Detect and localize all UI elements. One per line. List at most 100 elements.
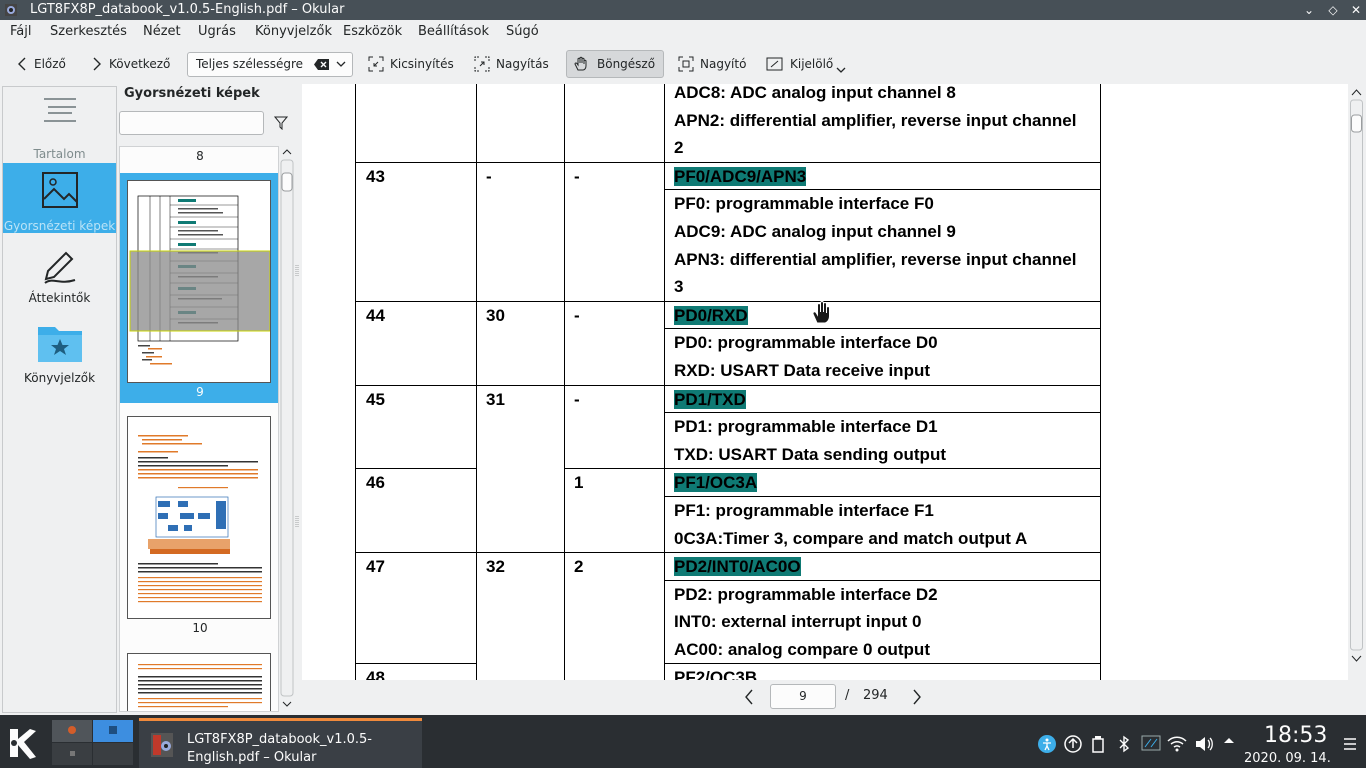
zoom-out-button[interactable]: Kicsinyítés bbox=[362, 50, 460, 78]
menu-help[interactable]: Súgó bbox=[506, 24, 539, 39]
maximize-icon[interactable]: ◇ bbox=[1325, 2, 1341, 18]
table-cell: 43 bbox=[355, 161, 477, 302]
bluetooth-icon[interactable] bbox=[1117, 735, 1131, 753]
pin-name-header: PD0/RXD bbox=[665, 302, 1100, 330]
pin-function-line: TXD: USART Data sending output bbox=[674, 444, 946, 464]
previous-page-icon[interactable] bbox=[743, 689, 755, 705]
menu-tools[interactable]: Eszközök bbox=[343, 24, 402, 39]
clock-time[interactable]: 18:53 bbox=[1264, 723, 1327, 748]
table-row: ADC8: ADC analog input channel 8 APN2: di… bbox=[355, 84, 1101, 163]
previous-button[interactable]: Előző bbox=[10, 50, 72, 78]
table-cell: - bbox=[564, 161, 665, 302]
pager-desktop-3[interactable] bbox=[52, 743, 92, 765]
thumbnail-page-number: 9 bbox=[196, 385, 204, 399]
accessibility-icon[interactable] bbox=[1038, 735, 1056, 753]
pin-function-cell: PF2/OC3B bbox=[664, 663, 1101, 680]
pager-desktop-2[interactable] bbox=[93, 720, 133, 742]
task-okular[interactable]: LGT8FX8P_databook_v1.0.5- English.pdf – … bbox=[139, 718, 422, 768]
hand-icon bbox=[574, 56, 587, 71]
table-cell: 1 bbox=[564, 468, 665, 554]
page-total: 294 bbox=[863, 688, 888, 703]
menu-go[interactable]: Ugrás bbox=[198, 24, 236, 39]
hand-cursor-icon bbox=[812, 301, 830, 324]
thumbnail-panel: Gyorsnézeti képek 8 9 10 bbox=[118, 86, 296, 713]
table-cell bbox=[355, 84, 477, 163]
selection-icon bbox=[766, 57, 783, 71]
wifi-icon[interactable] bbox=[1167, 735, 1187, 753]
next-button[interactable]: Következő bbox=[85, 50, 176, 78]
menu-settings[interactable]: Beállítások bbox=[418, 24, 489, 39]
splitter-handle-icon[interactable] bbox=[295, 265, 299, 277]
thumbnail-page-9[interactable] bbox=[127, 180, 271, 383]
magnifier-tool-button[interactable]: Nagyító bbox=[672, 50, 752, 78]
chevron-left-icon bbox=[18, 57, 26, 71]
kde-launcher-icon[interactable] bbox=[6, 725, 42, 761]
table-row: 44 30- PD0/RXD PD0: programmable interface … bbox=[355, 300, 1101, 386]
pin-function-cell: PD1/TXD PD1: programmable interface D1 TXD… bbox=[664, 384, 1101, 470]
thumbnail-scrollbar[interactable] bbox=[280, 146, 294, 713]
pin-function-line: INT0: external interrupt input 0 bbox=[674, 612, 922, 632]
volume-icon[interactable] bbox=[1194, 735, 1214, 753]
sidebar-item-bookmarks[interactable]: Könyvjelzők bbox=[3, 323, 116, 393]
okular-app-icon bbox=[5, 4, 17, 16]
zoom-combo[interactable]: Teljes szélességre bbox=[187, 52, 353, 77]
document-scrollbar[interactable] bbox=[1349, 84, 1364, 680]
browse-tool-button[interactable]: Böngésző bbox=[566, 50, 664, 78]
firefox-icon bbox=[68, 726, 76, 734]
sidebar-item-reviews[interactable]: Áttekintők bbox=[3, 247, 116, 317]
table-cell bbox=[476, 663, 565, 680]
close-icon[interactable]: ✕ bbox=[1348, 2, 1364, 18]
pin-function-line: PF0: programmable interface F0 bbox=[674, 194, 934, 214]
pin-function-cell: PF0/ADC9/APN3 PF0: programmable interface… bbox=[664, 161, 1101, 302]
image-icon bbox=[41, 172, 78, 208]
panel-menu-icon[interactable] bbox=[1343, 737, 1357, 751]
menu-view[interactable]: Nézet bbox=[143, 24, 181, 39]
table-cell: 44 bbox=[355, 300, 477, 386]
splitter-handle-icon[interactable] bbox=[295, 516, 299, 528]
document-viewer[interactable]: ADC8: ADC analog input channel 8 APN2: di… bbox=[302, 84, 1348, 680]
table-cell: 2 bbox=[564, 552, 665, 664]
clipboard-icon[interactable] bbox=[1141, 735, 1161, 753]
minimize-icon[interactable]: ⌄ bbox=[1301, 2, 1317, 18]
pager-desktop-4[interactable] bbox=[93, 743, 133, 765]
table-cell: 45 bbox=[355, 384, 477, 470]
next-page-icon[interactable] bbox=[911, 689, 923, 705]
updates-icon[interactable] bbox=[1064, 735, 1082, 753]
pin-function-cell: ADC8: ADC analog input channel 8 APN2: di… bbox=[664, 84, 1101, 163]
thumbnail-list[interactable]: 8 9 10 bbox=[119, 146, 279, 712]
pen-icon bbox=[43, 251, 75, 284]
pin-name-header: PF0/ADC9/APN3 bbox=[665, 163, 1100, 191]
table-cell: 31 bbox=[476, 384, 565, 469]
pin-name-header: PF1/OC3A bbox=[665, 469, 1100, 497]
zoom-in-button[interactable]: Nagyítás bbox=[468, 50, 555, 78]
clear-icon[interactable] bbox=[314, 58, 330, 71]
menu-edit[interactable]: Szerkesztés bbox=[50, 24, 127, 39]
menu-bookmarks[interactable]: Könyvjelzők bbox=[255, 24, 332, 39]
pin-function-line: PF1: programmable interface F1 bbox=[674, 500, 934, 520]
table-row: 45 31- PD1/TXD PD1: programmable interface … bbox=[355, 384, 1101, 470]
table-cell: 47 bbox=[355, 552, 477, 665]
removable-device-icon[interactable] bbox=[1091, 735, 1105, 753]
sidebar-item-thumbnails[interactable]: Gyorsnézeti képek bbox=[3, 163, 116, 233]
table-cell bbox=[476, 468, 565, 554]
selector-tool-button[interactable]: Kijelölő bbox=[760, 50, 839, 78]
pin-function-line: PD0: programmable interface D0 bbox=[674, 333, 938, 353]
clock-date[interactable]: 2020. 09. 14. bbox=[1244, 751, 1331, 766]
pin-name-header: PF2/OC3B bbox=[674, 668, 758, 680]
sidebar-item-contents[interactable]: Tartalom bbox=[3, 93, 116, 163]
window-title: LGT8FX8P_databook_v1.0.5-English.pdf – O… bbox=[30, 2, 345, 17]
table-cell: 32 bbox=[476, 552, 565, 664]
table-cell bbox=[564, 663, 665, 680]
pager-desktop-1[interactable] bbox=[52, 720, 92, 742]
chevron-down-icon[interactable] bbox=[336, 61, 346, 68]
thumbnail-page-11[interactable] bbox=[127, 653, 271, 711]
table-cell: 46 bbox=[355, 468, 477, 554]
page-number-input[interactable]: 9 bbox=[770, 684, 836, 709]
thumbnail-filter-input[interactable] bbox=[119, 111, 264, 135]
thumbnail-page-10[interactable] bbox=[127, 416, 271, 619]
toolbar-overflow-chevron-icon[interactable] bbox=[836, 66, 846, 74]
table-cell: 48 bbox=[355, 663, 477, 680]
filter-icon[interactable] bbox=[274, 116, 288, 130]
tray-expand-icon[interactable] bbox=[1222, 735, 1236, 745]
menu-file[interactable]: Fájl bbox=[10, 24, 31, 39]
